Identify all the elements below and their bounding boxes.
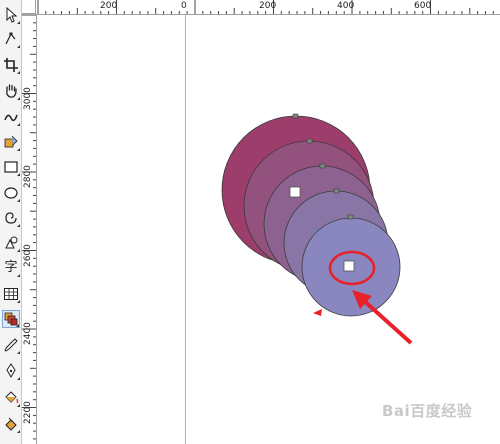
flyout-indicator-icon xyxy=(17,148,20,151)
flyout-indicator-icon xyxy=(17,274,20,277)
hruler-label: 200 xyxy=(259,1,277,11)
flyout-indicator-icon xyxy=(17,430,20,433)
blend-end-handle[interactable] xyxy=(343,260,355,272)
flyout-indicator-icon xyxy=(17,351,20,354)
eyedropper-tool[interactable] xyxy=(2,336,20,354)
flyout-indicator-icon xyxy=(17,249,20,252)
vruler-label: 2400 xyxy=(23,322,33,345)
flyout-indicator-icon xyxy=(17,224,20,227)
vruler-label: 2600 xyxy=(23,244,33,267)
flyout-indicator-icon xyxy=(17,199,20,202)
small-red-marker xyxy=(313,309,322,316)
node-handle[interactable] xyxy=(319,163,326,169)
flyout-indicator-icon xyxy=(17,173,20,176)
text-icon: 字 xyxy=(4,260,18,275)
blend-group[interactable] xyxy=(221,115,401,317)
crop-tool[interactable] xyxy=(2,56,20,74)
blend-tool[interactable] xyxy=(2,310,20,328)
pan-tool[interactable] xyxy=(2,82,20,100)
fill-tool[interactable] xyxy=(2,389,20,407)
top-node-handle[interactable] xyxy=(292,113,299,119)
flyout-indicator-icon xyxy=(17,300,20,303)
baidu-watermark: Bai百度经验 xyxy=(382,402,473,420)
hruler-label: 600 xyxy=(414,1,432,11)
flyout-indicator-icon xyxy=(17,97,20,100)
flyout-indicator-icon xyxy=(17,377,20,380)
pick-tool[interactable] xyxy=(2,6,20,24)
flyout-indicator-icon xyxy=(17,404,20,407)
ruler-origin-corner[interactable] xyxy=(22,0,36,14)
vruler-label: 2200 xyxy=(23,401,33,424)
pointer-arrow-line xyxy=(360,297,413,345)
text-tool[interactable]: 字 xyxy=(2,259,20,277)
blend-start-handle[interactable] xyxy=(289,186,301,198)
hruler-label: 400 xyxy=(337,1,355,11)
basic-shapes-tool[interactable] xyxy=(2,234,20,252)
hruler-label: 0 xyxy=(181,1,187,11)
vruler-label: 3000 xyxy=(23,87,33,110)
vertical-ruler[interactable]: 3000 2800 2600 2400 2200 xyxy=(22,14,37,444)
freehand-tool[interactable] xyxy=(2,108,20,126)
flyout-indicator-icon xyxy=(16,324,19,327)
vruler-label: 2800 xyxy=(23,165,33,188)
node-handle[interactable] xyxy=(347,214,354,220)
interactive-fill-tool[interactable] xyxy=(2,415,20,433)
horizontal-ruler[interactable]: 200 0 200 400 600 xyxy=(36,0,500,15)
shape-tool[interactable] xyxy=(2,30,20,48)
rectangle-tool[interactable] xyxy=(2,158,20,176)
flyout-indicator-icon xyxy=(17,123,20,126)
ellipse-tool[interactable] xyxy=(2,184,20,202)
flyout-indicator-icon xyxy=(17,71,20,74)
smart-fill-tool[interactable] xyxy=(2,133,20,151)
vertical-ruler-ticks xyxy=(22,14,36,440)
node-handle[interactable] xyxy=(306,138,313,144)
table-tool[interactable] xyxy=(2,285,20,303)
node-handle[interactable] xyxy=(333,188,340,194)
drawing-canvas[interactable] xyxy=(37,15,500,444)
outline-pen-tool[interactable] xyxy=(2,362,20,380)
flyout-indicator-icon xyxy=(17,21,20,24)
spiral-tool[interactable] xyxy=(2,209,20,227)
flyout-indicator-icon xyxy=(17,45,20,48)
hruler-label: 200 xyxy=(100,1,118,11)
toolbox: 字 xyxy=(0,0,22,444)
